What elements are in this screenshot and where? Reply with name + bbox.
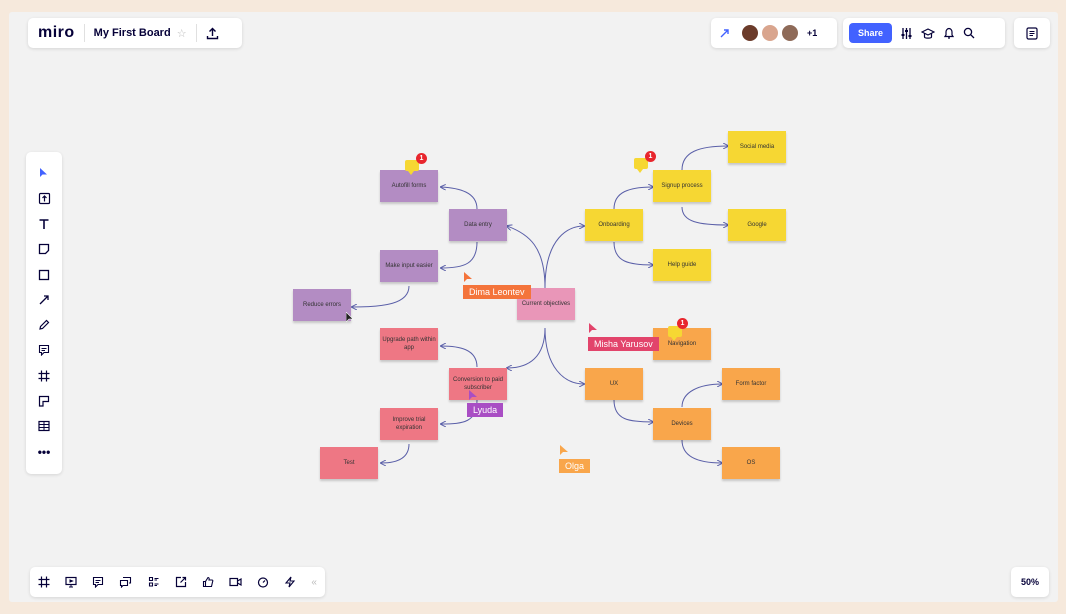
share-button[interactable]: Share [849,23,893,43]
notifications-bell-icon[interactable] [943,27,955,40]
pen-line-icon[interactable] [38,294,50,306]
sticky-note-conversion[interactable]: Conversion to paid subscriber [449,368,507,400]
select-icon[interactable] [38,167,50,179]
sticky-note-reduce-errors[interactable]: Reduce errors [293,289,351,321]
comments-icon[interactable] [92,576,104,588]
avatar[interactable] [742,25,758,41]
share-screen-icon[interactable] [175,576,187,588]
cursor-arrow-icon [560,445,568,455]
collaborators-panel: +1 [711,18,837,48]
left-toolbar: ••• [26,152,62,474]
settings-sliders-icon[interactable] [900,27,913,40]
frames-icon[interactable] [38,576,50,588]
sticky-note-ux[interactable]: UX [585,368,643,400]
cursor-label-misha: Misha Yarusov [588,337,659,351]
cursor-arrow-icon [464,272,472,282]
comment-badge: 1 [645,151,656,162]
search-icon[interactable] [963,27,975,39]
sticky-note-navigation[interactable]: Navigation [653,328,711,360]
board-header-panel: miro My First Board ☆ [28,18,242,48]
timer-icon[interactable] [257,576,269,588]
connector [441,187,478,210]
upload-icon[interactable] [206,27,219,40]
learning-cap-icon[interactable] [921,27,936,40]
connector [681,439,722,463]
avatar[interactable] [762,25,778,41]
connector [441,346,478,368]
sticky-note-devices[interactable]: Devices [653,408,711,440]
connector [544,226,584,289]
avatar[interactable] [782,25,798,41]
video-icon[interactable] [229,576,242,588]
text-icon[interactable] [38,218,50,230]
connector [681,384,722,408]
sticky-note-onboarding[interactable]: Onboarding [585,209,643,241]
divider [83,24,85,42]
notes-list-icon[interactable] [1026,26,1038,40]
star-icon[interactable]: ☆ [177,27,187,40]
table-icon[interactable] [38,420,50,432]
connector [681,146,728,171]
sticky-note-signup[interactable]: Signup process [653,170,711,202]
sticky-note-google[interactable]: Google [728,209,786,241]
bottom-toolbar: « [30,567,325,597]
sticky-note-make-input-easier[interactable]: Make input easier [380,250,438,282]
collapse-icon[interactable]: « [311,577,317,588]
frame-icon[interactable] [38,370,50,382]
connector [681,206,728,225]
connector [352,285,410,307]
sticky-note-improve-trial[interactable]: Improve trial expiration [380,408,438,440]
connector [507,327,546,368]
more-icon[interactable]: ••• [38,445,51,459]
connector [613,187,653,210]
board-canvas[interactable]: Autofill forms Data entry Make input eas… [9,12,1058,602]
sticky-note-form-factor[interactable]: Form factor [722,368,780,400]
cursor-label-lyuda: Lyuda [467,403,504,417]
cursor-arrow-icon [589,323,597,333]
comment-badge: 1 [677,318,688,329]
chat-icon[interactable] [119,576,132,588]
cursor-arrow-icon [469,390,477,400]
vote-icon[interactable] [202,576,214,588]
connector [613,399,653,422]
presentation-icon[interactable] [65,576,77,588]
divider [195,24,197,42]
board-notes-button[interactable] [1014,18,1050,48]
cursor-label-dima: Dima Leontev [463,285,531,299]
card-icon[interactable] [38,395,50,407]
sticky-note-data-entry[interactable]: Data entry [449,209,507,241]
connector [381,443,410,463]
sticky-note-upgrade-path[interactable]: Upgrade path within app [380,328,438,360]
comment-icon[interactable] [38,344,50,357]
comment-badge: 1 [416,153,427,164]
top-right-area: +1 Share [711,18,1007,48]
pen-icon[interactable] [38,319,50,331]
sticky-note-icon[interactable] [38,243,50,255]
sticky-note-os[interactable]: OS [722,447,780,479]
cursor-label-olga: Olga [559,459,591,473]
mouse-pointer-icon [346,312,354,323]
miro-logo[interactable]: miro [38,24,75,42]
board-tools-panel: Share [843,18,1005,48]
sticky-note-social-media[interactable]: Social media [728,131,786,163]
more-collaborators-count[interactable]: +1 [807,28,817,38]
board-title[interactable]: My First Board [94,27,171,39]
connector [507,226,546,289]
reactions-icon[interactable] [719,28,730,39]
connector [544,327,584,384]
zoom-level[interactable]: 50% [1011,567,1049,597]
cards-icon[interactable] [148,576,160,588]
activity-icon[interactable] [284,576,296,588]
connector [613,241,653,265]
sticky-note-test[interactable]: Test [320,447,378,479]
connector [441,241,478,268]
shape-icon[interactable] [38,269,50,281]
upload-icon[interactable] [38,192,51,205]
sticky-note-help-guide[interactable]: Help guide [653,249,711,281]
